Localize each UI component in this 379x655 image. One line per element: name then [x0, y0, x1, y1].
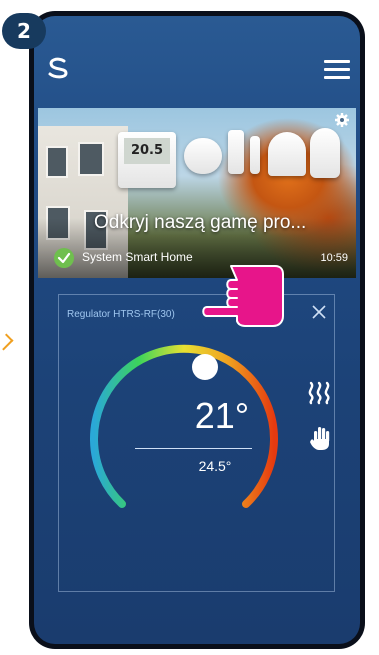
side-arrow-icon [0, 333, 14, 351]
sensor-image [228, 130, 244, 174]
sensor-image [250, 136, 260, 174]
thermostat-display: 20.5 [124, 138, 170, 164]
promo-banner[interactable]: 20.5 Odkryj naszą gamę pro... System Sma… [38, 108, 356, 278]
device-name: Regulator HTRS-RF(30) [67, 309, 175, 320]
sensor-image [268, 132, 306, 176]
gear-icon[interactable] [334, 112, 350, 128]
phone-frame: 20.5 Odkryj naszą gamę pro... System Sma… [29, 11, 365, 649]
pointing-hand-icon [202, 265, 284, 327]
thermostat-image: 20.5 [118, 132, 176, 188]
app-header [34, 16, 360, 96]
close-icon[interactable] [312, 305, 326, 319]
check-icon [54, 248, 74, 268]
system-status-label: System Smart Home [82, 250, 193, 264]
heating-icon [308, 381, 330, 405]
current-temperature: 24.5° [198, 458, 232, 474]
thermostat-card[interactable]: Regulator HTRS-RF(30) 21° 24.5° [58, 294, 335, 592]
sensor-image [184, 138, 222, 174]
sensor-image [310, 128, 340, 178]
banner-title: Odkryj naszą gamę pro... [94, 212, 307, 233]
banner-time: 10:59 [320, 252, 348, 264]
manual-hand-icon[interactable] [309, 425, 333, 451]
step-number-badge: 2 [2, 13, 46, 49]
hamburger-menu-icon[interactable] [324, 60, 350, 80]
salus-logo-icon [48, 57, 68, 79]
app-screen: 20.5 Odkryj naszą gamę pro... System Sma… [34, 16, 360, 644]
temperature-divider [135, 448, 252, 449]
dial-handle [192, 354, 218, 380]
set-temperature: 21° [194, 395, 250, 436]
